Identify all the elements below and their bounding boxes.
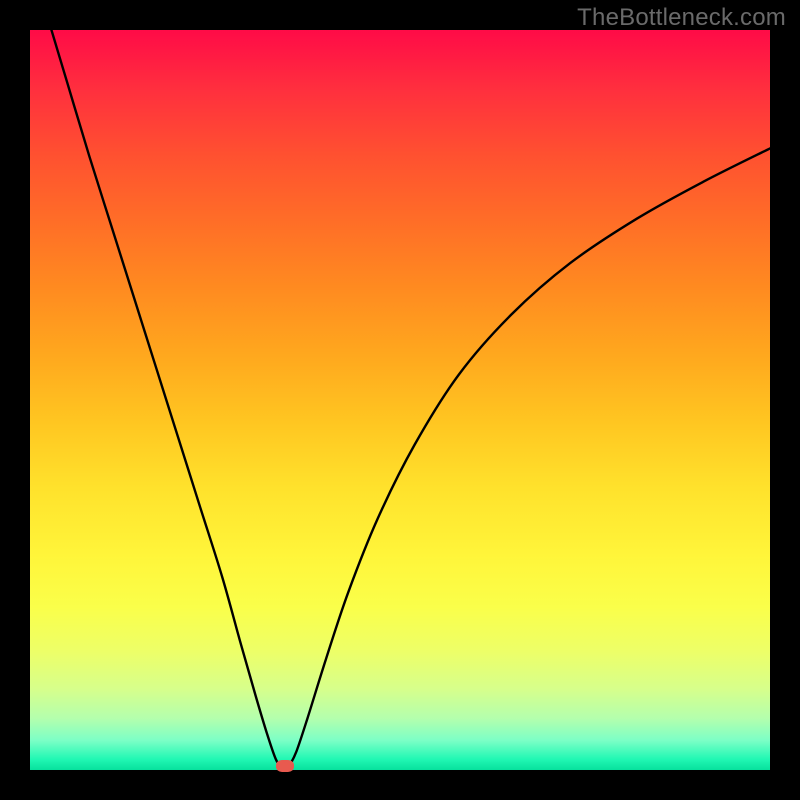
bottleneck-curve xyxy=(30,30,770,770)
watermark-text: TheBottleneck.com xyxy=(577,4,786,32)
chart-frame: TheBottleneck.com xyxy=(0,0,800,800)
minimum-marker xyxy=(276,760,294,772)
